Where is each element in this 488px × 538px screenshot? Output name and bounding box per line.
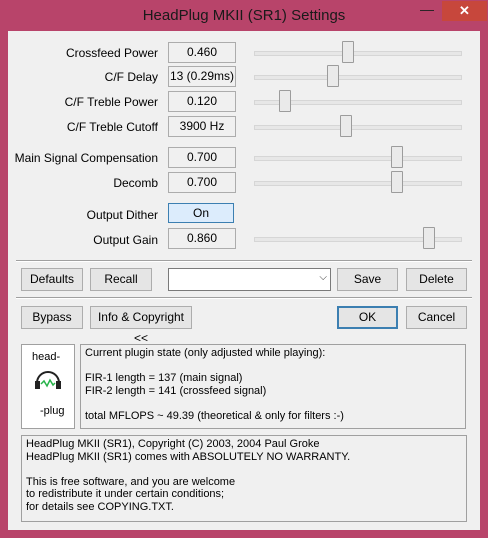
plugin-state-line [85, 360, 461, 373]
cf-delay-track[interactable] [254, 75, 462, 80]
output-gain-slider[interactable] [422, 227, 435, 249]
main-signal-compensation-value: 0.700 [168, 147, 236, 168]
output-dither-label: Output Dither [86, 208, 158, 222]
decomb-slider[interactable] [391, 171, 404, 193]
title-bar[interactable]: HeadPlug MKII (SR1) Settings — ✕ [0, 0, 488, 32]
cf-treble-cutoff-slider[interactable] [340, 115, 353, 137]
headphones-icon [35, 371, 61, 389]
crossfeed-power-label: Crossfeed Power [65, 46, 158, 60]
cf-treble-power-slider[interactable] [279, 90, 292, 112]
cf-delay-label: C/F Delay [104, 70, 158, 84]
plugin-state-line [85, 397, 461, 410]
plugin-state-line: FIR-2 length = 141 (crossfeed signal) [85, 384, 267, 397]
license-line: This is free software, and you are welco… [26, 475, 236, 488]
plugin-state-line: FIR-1 length = 137 (main signal) [85, 372, 243, 384]
plugin-state-line: Current plugin state (only adjusted whil… [85, 347, 326, 359]
main-signal-compensation-track[interactable] [254, 156, 462, 161]
output-gain-label: Output Gain [93, 233, 158, 247]
license-line: for details see COPYING.TXT. [26, 500, 174, 513]
decomb-label: Decomb [113, 176, 158, 190]
headplug-logo: head- -plug [21, 344, 75, 429]
bypass-button[interactable]: Bypass [21, 306, 83, 329]
chevron-down-icon[interactable]: ⌵ [319, 272, 327, 283]
cf-treble-power-label: C/F Treble Power [64, 95, 158, 109]
crossfeed-power-value: 0.460 [168, 42, 236, 63]
output-gain-value: 0.860 [168, 228, 236, 249]
preset-combobox[interactable]: ⌵ [168, 268, 331, 291]
recall-button[interactable]: Recall [90, 268, 152, 291]
cf-treble-cutoff-value: 3900 Hz [168, 116, 236, 137]
crossfeed-power-track[interactable] [254, 51, 462, 56]
info-copyright-button[interactable]: Info & Copyright << [90, 306, 192, 345]
settings-window: HeadPlug MKII (SR1) Settings — ✕ Crossfe… [0, 0, 488, 538]
license-line: HeadPlug MKII (SR1) comes with ABSOLUTEL… [26, 450, 351, 463]
plugin-state-line: total MFLOPS ~ 49.39 (theoretical & only… [85, 409, 344, 422]
cf-delay-slider[interactable] [326, 65, 339, 87]
logo-text-plug: -plug [40, 405, 65, 417]
cf-delay-value: 13 (0.29ms) [168, 66, 236, 87]
cf-treble-power-value: 0.120 [168, 91, 236, 112]
license-line [26, 463, 462, 476]
save-button[interactable]: Save [337, 268, 398, 291]
delete-button[interactable]: Delete [406, 268, 467, 291]
defaults-button[interactable]: Defaults [21, 268, 83, 291]
license-line: to redistribute it under certain conditi… [26, 488, 225, 500]
decomb-value: 0.700 [168, 172, 236, 193]
output-dither-toggle[interactable]: On [168, 203, 234, 223]
crossfeed-power-slider[interactable] [342, 41, 355, 63]
close-button[interactable]: ✕ [442, 1, 487, 21]
dialog-client-area: Crossfeed Power 0.460 C/F Delay 13 (0.29… [8, 31, 480, 530]
separator [16, 297, 472, 299]
decomb-track[interactable] [254, 181, 462, 186]
logo-text-head: head- [32, 351, 61, 363]
cancel-button[interactable]: Cancel [406, 306, 467, 329]
separator [16, 260, 472, 262]
license-line: HeadPlug MKII (SR1), Copyright (C) 2003,… [26, 438, 320, 450]
plugin-state-panel: Current plugin state (only adjusted whil… [80, 344, 466, 429]
minimize-button[interactable]: — [413, 1, 441, 21]
main-signal-compensation-slider[interactable] [391, 146, 404, 168]
ok-button[interactable]: OK [337, 306, 398, 329]
cf-treble-cutoff-track[interactable] [254, 125, 462, 130]
main-signal-compensation-label: Main Signal Compensation [14, 151, 158, 165]
cf-treble-cutoff-label: C/F Treble Cutoff [66, 120, 158, 134]
license-text-panel[interactable]: HeadPlug MKII (SR1), Copyright (C) 2003,… [21, 435, 467, 522]
